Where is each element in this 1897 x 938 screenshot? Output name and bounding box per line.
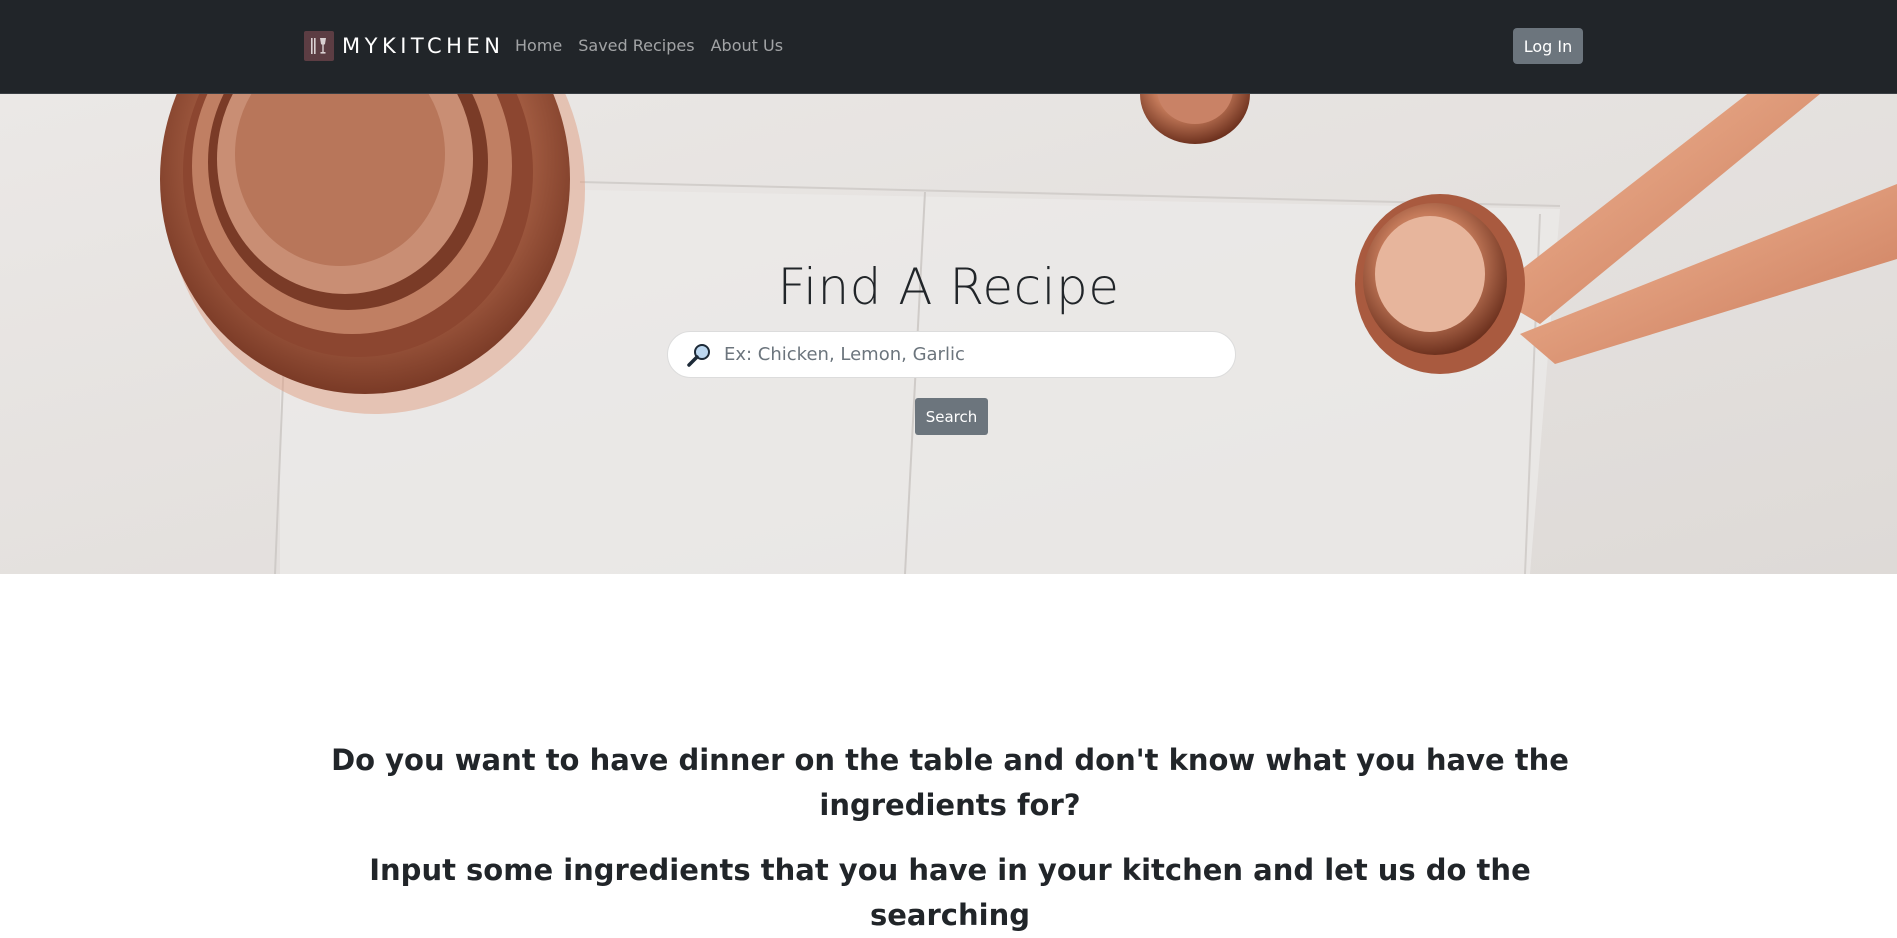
nav-home[interactable]: Home [515, 36, 562, 56]
search-button[interactable]: Search [915, 398, 988, 435]
hero-section: Find A Recipe Search [0, 94, 1897, 574]
nav-links: Home Saved Recipes About Us [515, 36, 783, 56]
ingredient-search-input[interactable] [724, 344, 1204, 365]
brand-link[interactable]: MYKITCHEN [304, 31, 504, 61]
nav-saved-recipes[interactable]: Saved Recipes [578, 36, 694, 56]
search-bar [667, 331, 1236, 378]
intro-section: Do you want to have dinner on the table … [0, 574, 1897, 938]
login-button[interactable]: Log In [1513, 28, 1583, 64]
intro-instruction: Input some ingredients that you have in … [369, 853, 1531, 932]
hero-title: Find A Recipe [777, 258, 1120, 316]
intro-question: Do you want to have dinner on the table … [331, 743, 1569, 822]
nav-about-us[interactable]: About Us [711, 36, 783, 56]
magnifying-glass-icon [686, 342, 712, 368]
navbar: MYKITCHEN Home Saved Recipes About Us Lo… [0, 0, 1897, 94]
utensils-glass-icon [304, 31, 334, 61]
brand-name: MYKITCHEN [342, 34, 505, 58]
